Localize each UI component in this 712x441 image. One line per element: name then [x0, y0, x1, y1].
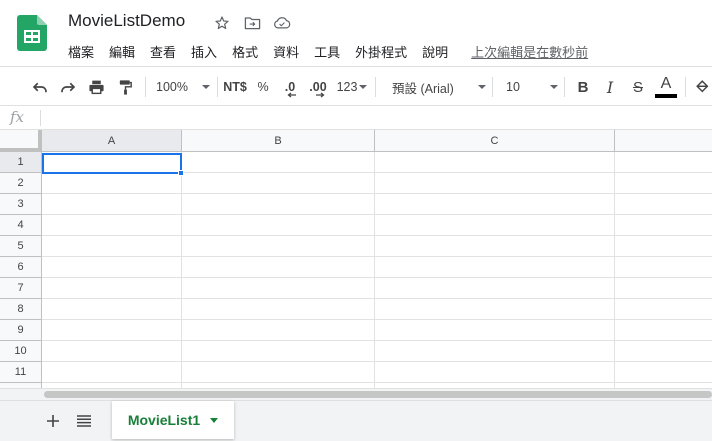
- toolbar-separator: [492, 77, 493, 97]
- decrease-decimal-button[interactable]: .0: [279, 67, 301, 107]
- menu-edit[interactable]: 編輯: [109, 42, 135, 61]
- undo-icon[interactable]: [28, 67, 52, 107]
- sheets-logo-icon[interactable]: [17, 15, 47, 51]
- row-header[interactable]: 4: [0, 215, 42, 236]
- grid-line: [42, 214, 712, 215]
- grid-line: [614, 152, 615, 388]
- column-header-b[interactable]: B: [182, 130, 375, 152]
- menu-view[interactable]: 查看: [150, 42, 176, 61]
- row-header[interactable]: 2: [0, 173, 42, 194]
- column-header-d[interactable]: [615, 130, 712, 152]
- row-header[interactable]: 7: [0, 278, 42, 299]
- currency-format-button[interactable]: NT$: [221, 67, 249, 107]
- percent-format-button[interactable]: %: [254, 67, 272, 107]
- zoom-select[interactable]: 100%: [152, 67, 214, 107]
- menu-file[interactable]: 檔案: [68, 42, 94, 61]
- row-header[interactable]: 8: [0, 299, 42, 320]
- fx-label: fx: [10, 108, 25, 126]
- all-sheets-menu-icon[interactable]: [73, 410, 95, 432]
- sheet-tab-label: MovieList1: [127, 412, 201, 428]
- row-header[interactable]: 6: [0, 257, 42, 278]
- add-sheet-icon[interactable]: [42, 410, 64, 432]
- toolbar-separator: [145, 77, 146, 97]
- font-family-select[interactable]: 預設 (Arial): [386, 67, 486, 107]
- increase-decimal-button[interactable]: .00: [305, 67, 331, 107]
- app-header: MovieListDemo 檔案 編輯 查看 插入 格式 資料 工具 外掛程式 …: [0, 0, 712, 66]
- grid-line: [42, 277, 712, 278]
- chevron-down-icon: [201, 85, 210, 89]
- chevron-down-icon: [550, 85, 558, 89]
- cloud-saved-icon[interactable]: [272, 13, 292, 33]
- menu-format[interactable]: 格式: [232, 42, 258, 61]
- spreadsheet-grid[interactable]: A B C 1 2 3 4 5 6 7 8 9 10 11: [0, 130, 712, 388]
- redo-icon[interactable]: [56, 67, 80, 107]
- text-color-label: A: [660, 75, 672, 92]
- more-formats-label: 123: [336, 80, 358, 94]
- row-header[interactable]: 5: [0, 236, 42, 257]
- document-title[interactable]: MovieListDemo: [68, 11, 185, 31]
- menu-help[interactable]: 說明: [422, 42, 448, 61]
- bold-button[interactable]: B: [572, 67, 594, 107]
- grid-line: [42, 235, 712, 236]
- grid-line: [42, 382, 712, 383]
- grid-line: [42, 361, 712, 362]
- strikethrough-button[interactable]: S: [627, 67, 649, 107]
- grid-line: [42, 193, 712, 194]
- select-all-corner[interactable]: [0, 130, 42, 152]
- chevron-down-icon[interactable]: [210, 417, 219, 423]
- menu-addons[interactable]: 外掛程式: [355, 42, 407, 61]
- chevron-down-icon: [478, 85, 486, 89]
- toolbar-separator: [375, 77, 376, 97]
- sheet-tab-bar: MovieList1: [0, 400, 712, 441]
- grid-line: [42, 340, 712, 341]
- sheet-tab-movielist1[interactable]: MovieList1: [112, 401, 234, 439]
- formula-input[interactable]: [48, 106, 712, 130]
- grid-line: [374, 152, 375, 388]
- font-size-select[interactable]: 10: [500, 67, 558, 107]
- font-size-value: 10: [506, 80, 520, 94]
- row-header[interactable]: 11: [0, 362, 42, 383]
- grid-line: [42, 256, 712, 257]
- text-color-button[interactable]: A: [654, 67, 678, 107]
- column-header-c[interactable]: C: [375, 130, 615, 152]
- grid-line: [42, 319, 712, 320]
- row-header[interactable]: 1: [0, 152, 42, 173]
- text-color-swatch: [655, 94, 677, 98]
- row-header[interactable]: 10: [0, 341, 42, 362]
- chevron-down-icon: [359, 85, 368, 89]
- toolbar: 100% NT$ % .0 .00 123 預設 (Arial) 10 B I …: [0, 66, 712, 106]
- menu-tools[interactable]: 工具: [314, 42, 340, 61]
- zoom-value: 100%: [156, 80, 188, 94]
- scrollbar-thumb[interactable]: [44, 391, 712, 398]
- grid-line: [42, 298, 712, 299]
- menu-insert[interactable]: 插入: [191, 42, 217, 61]
- last-edit-link[interactable]: 上次編輯是在數秒前: [471, 42, 588, 61]
- italic-button[interactable]: I: [599, 67, 621, 107]
- column-header-a[interactable]: A: [42, 130, 182, 152]
- toolbar-separator: [217, 77, 218, 97]
- more-formats-select[interactable]: 123: [334, 67, 370, 107]
- menu-bar: 檔案 編輯 查看 插入 格式 資料 工具 外掛程式 說明 上次編輯是在數秒前: [68, 42, 588, 61]
- menu-data[interactable]: 資料: [273, 42, 299, 61]
- grid-line: [181, 152, 182, 388]
- toolbar-separator: [564, 77, 565, 97]
- font-family-value: 預設 (Arial): [392, 81, 454, 96]
- row-header[interactable]: 3: [0, 194, 42, 215]
- formula-separator: [40, 110, 41, 126]
- star-icon[interactable]: [212, 13, 232, 33]
- row-header[interactable]: 9: [0, 320, 42, 341]
- fill-handle[interactable]: [178, 170, 184, 176]
- move-to-folder-icon[interactable]: [242, 13, 262, 33]
- horizontal-scrollbar[interactable]: [0, 388, 712, 400]
- fill-color-icon[interactable]: [694, 67, 712, 107]
- formula-bar: fx: [0, 106, 712, 130]
- paint-format-icon[interactable]: [113, 67, 137, 107]
- toolbar-separator: [685, 77, 686, 97]
- print-icon[interactable]: [84, 67, 108, 107]
- selected-cell-a1[interactable]: [42, 153, 182, 174]
